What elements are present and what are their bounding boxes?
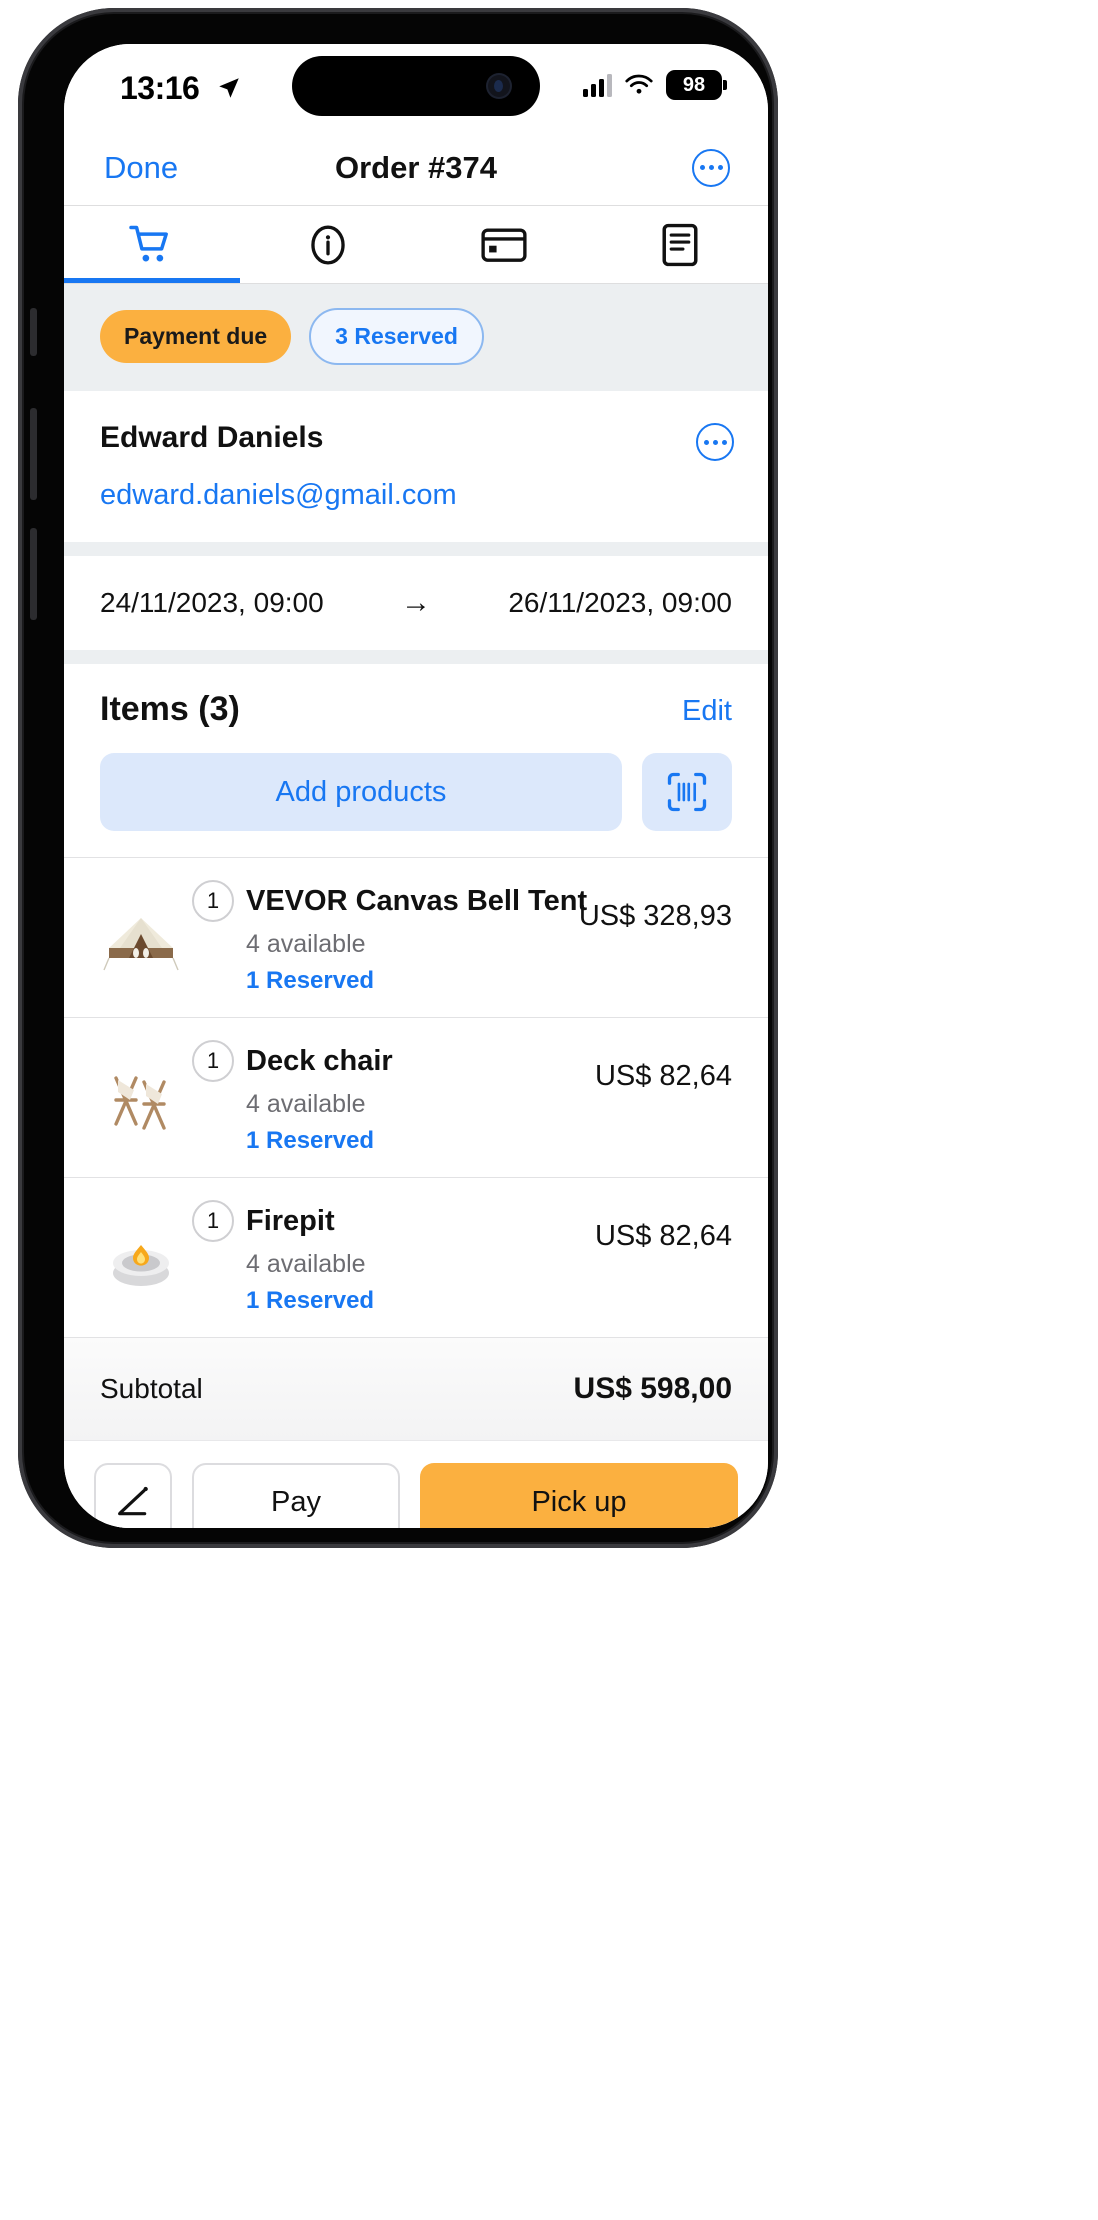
subtotal-value: US$ 598,00 (573, 1372, 732, 1405)
item-name: Deck chair (246, 1044, 393, 1077)
item-price: US$ 82,64 (594, 1060, 732, 1092)
done-button[interactable]: Done (104, 150, 178, 186)
status-chips: Payment due 3 Reserved (64, 284, 768, 391)
item-availability: 4 available (246, 930, 366, 958)
item-reserved: 1 Reserved (246, 1287, 375, 1314)
silent-switch[interactable] (30, 308, 37, 356)
pay-button[interactable]: Pay (192, 1463, 400, 1528)
status-bar: 13:16 98 (64, 44, 768, 130)
rental-start-date: 24/11/2023, 09:00 (100, 587, 324, 618)
section-divider (64, 650, 768, 664)
arrow-right-icon: → (401, 586, 431, 619)
customer-section: Edward Daniels edward.daniels@gmail.com (64, 391, 768, 542)
item-details: 1 Deck chair 4 available 1 Reserved (182, 1040, 732, 1155)
firepit-image (113, 1245, 169, 1286)
barcode-scan-button[interactable] (642, 753, 732, 831)
tab-active-indicator (64, 278, 240, 283)
add-products-button[interactable]: Add products (100, 753, 622, 831)
screenshot-root: 13:16 98 Done Order #374 Payment due 3 R… (0, 0, 1098, 2220)
customer-options-icon[interactable] (696, 423, 734, 461)
phone-screen: 13:16 98 Done Order #374 Payment due 3 R… (64, 44, 768, 1528)
tab-indicator (592, 278, 768, 283)
tent-thumbnail (100, 902, 182, 984)
firepit-thumbnail (100, 1222, 182, 1304)
location-arrow-icon (219, 78, 239, 98)
status-badge-reserved[interactable]: 3 Reserved (309, 308, 484, 365)
signature-button[interactable] (94, 1463, 172, 1528)
cellular-signal-icon (583, 73, 612, 97)
tent-image (103, 918, 179, 971)
item-price: US$ 82,64 (594, 1220, 732, 1252)
tab-payment[interactable] (416, 206, 592, 283)
info-circle-icon (311, 224, 345, 265)
tab-documents[interactable] (592, 206, 768, 283)
section-divider (64, 542, 768, 556)
deck-chair-image (114, 1076, 166, 1130)
subtotal-row: Subtotal US$ 598,00 (64, 1337, 768, 1440)
phone-frame: 13:16 98 Done Order #374 Payment due 3 R… (18, 8, 778, 1548)
item-row[interactable]: 1 Firepit 4 available 1 Reserved US$ 82,… (64, 1177, 768, 1337)
add-products-row: Add products (64, 737, 768, 857)
item-reserved: 1 Reserved (246, 967, 375, 994)
item-quantity: 1 (192, 880, 234, 922)
item-price: US$ 328,93 (578, 900, 732, 932)
dynamic-island (292, 56, 540, 116)
customer-email[interactable]: edward.daniels@gmail.com (100, 479, 732, 512)
item-details: 1 VEVOR Canvas Bell Tent 4 available 1 R… (182, 880, 732, 995)
rental-end-date: 26/11/2023, 09:00 (508, 587, 732, 618)
status-badge-payment-due[interactable]: Payment due (100, 310, 292, 363)
item-quantity: 1 (192, 1040, 234, 1082)
deck-chair-thumbnail (100, 1062, 182, 1144)
edit-items-button[interactable]: Edit (682, 695, 732, 728)
battery-indicator: 98 (666, 70, 727, 100)
battery-level: 98 (682, 73, 706, 96)
customer-name: Edward Daniels (100, 421, 324, 454)
status-bar-time: 13:16 (120, 70, 200, 106)
tab-bar (64, 206, 768, 284)
items-title: Items (3) (100, 690, 240, 728)
item-name: Firepit (246, 1204, 335, 1237)
volume-down-button[interactable] (30, 528, 37, 620)
item-availability: 4 available (246, 1090, 366, 1118)
ellipsis-circle-icon[interactable] (692, 148, 730, 187)
item-quantity: 1 (192, 1200, 234, 1242)
status-bar-indicators: 98 (583, 70, 727, 100)
subtotal-label: Subtotal (100, 1373, 203, 1404)
wifi-icon (625, 74, 653, 94)
rental-date-range[interactable]: 24/11/2023, 09:00 → 26/11/2023, 09:00 (64, 556, 768, 650)
volume-up-button[interactable] (30, 408, 37, 500)
item-row[interactable]: 1 VEVOR Canvas Bell Tent 4 available 1 R… (64, 857, 768, 1017)
signature-icon (118, 1486, 148, 1516)
items-section: Items (3) Edit Add products 1 VEVOR Canv… (64, 664, 768, 1337)
navigation-bar: Done Order #374 (64, 130, 768, 206)
tab-info[interactable] (240, 206, 416, 283)
front-camera-icon (488, 75, 510, 97)
barcode-scan-icon (667, 772, 707, 812)
tab-cart[interactable] (64, 206, 240, 283)
document-icon (662, 223, 698, 266)
pick-up-button[interactable]: Pick up (420, 1463, 738, 1528)
shopping-cart-icon (129, 225, 168, 261)
item-reserved: 1 Reserved (246, 1127, 375, 1154)
item-row[interactable]: 1 Deck chair 4 available 1 Reserved US$ … (64, 1017, 768, 1177)
items-header: Items (3) Edit (64, 664, 768, 737)
item-name: VEVOR Canvas Bell Tent (246, 884, 588, 917)
app-content: Done Order #374 Payment due 3 Reserved E… (64, 130, 768, 1528)
tab-indicator (240, 278, 416, 283)
credit-card-icon (481, 227, 527, 262)
bottom-action-bar: Pay Pick up (64, 1440, 768, 1528)
item-details: 1 Firepit 4 available 1 Reserved (182, 1200, 732, 1315)
item-availability: 4 available (246, 1250, 366, 1278)
tab-indicator (416, 278, 592, 283)
